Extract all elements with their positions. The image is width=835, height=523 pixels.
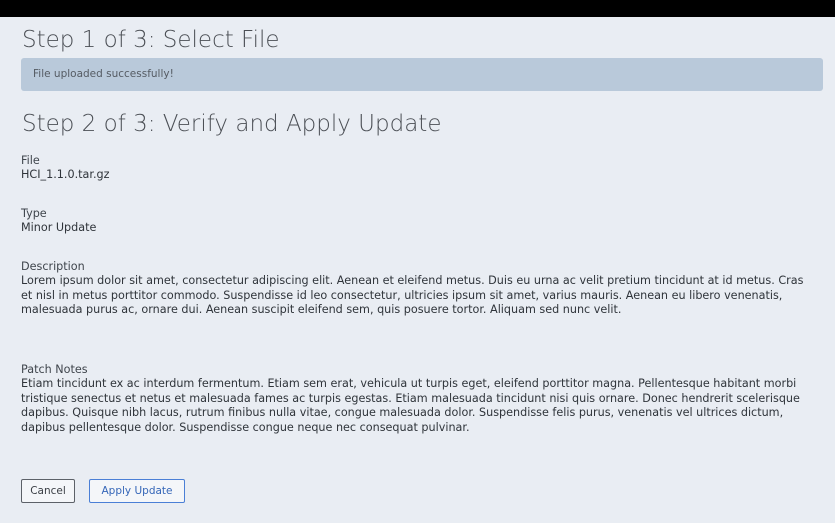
- description-text: Lorem ipsum dolor sit amet, consectetur …: [21, 274, 804, 317]
- step-1-title: Step 1 of 3: Select File: [22, 27, 280, 53]
- type-field: Type Minor Update: [21, 207, 811, 236]
- file-value: HCI_1.1.0.tar.gz: [21, 168, 110, 182]
- cancel-button[interactable]: Cancel: [21, 479, 75, 503]
- patch-notes-label: Patch Notes: [21, 363, 88, 376]
- upload-success-banner: File uploaded successfully!: [21, 58, 823, 91]
- description-field: Description Lorem ipsum dolor sit amet, …: [21, 260, 811, 318]
- type-value: Minor Update: [21, 221, 97, 235]
- patch-notes-field: Patch Notes Etiam tincidunt ex ac interd…: [21, 363, 811, 435]
- apply-update-button[interactable]: Apply Update: [89, 479, 185, 503]
- step-2-title: Step 2 of 3: Verify and Apply Update: [22, 111, 442, 137]
- file-field: File HCI_1.1.0.tar.gz: [21, 154, 811, 183]
- top-bar: [0, 0, 835, 17]
- update-wizard-panel: Step 1 of 3: Select File File uploaded s…: [0, 17, 835, 523]
- patch-notes-text: Etiam tincidunt ex ac interdum fermentum…: [21, 377, 800, 434]
- type-label: Type: [21, 207, 47, 220]
- file-label: File: [21, 154, 40, 167]
- description-label: Description: [21, 260, 85, 273]
